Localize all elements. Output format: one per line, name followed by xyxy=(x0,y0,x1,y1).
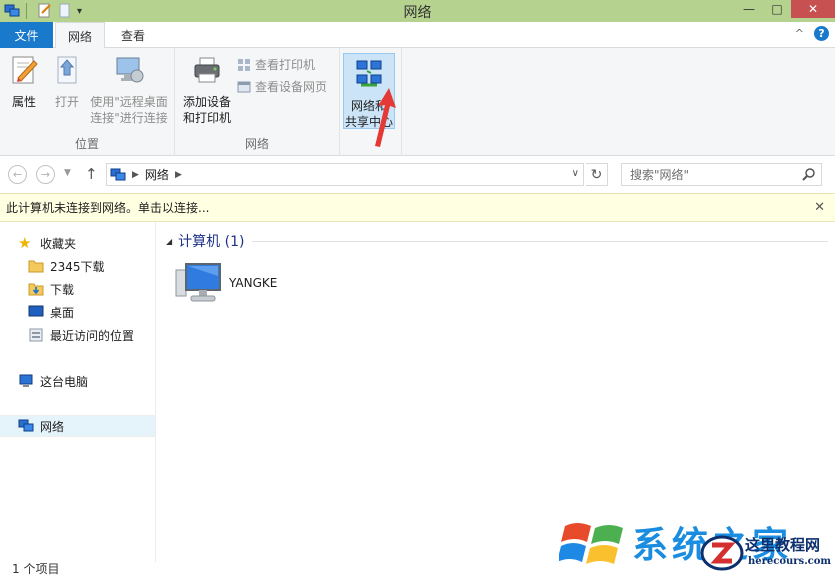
item-count: 1 个项目 xyxy=(12,562,60,575)
open-button[interactable]: 打开 xyxy=(52,54,82,110)
location-group-label: 位置 xyxy=(74,137,99,151)
info-bar-message[interactable]: 此计算机未连接到网络。单击以连接... xyxy=(6,199,209,216)
view-printers-label: 查看打印机 xyxy=(255,58,316,72)
properties-icon xyxy=(12,56,38,84)
nav-network-label: 网络 xyxy=(40,419,65,434)
ribbon-controls: ^ ? xyxy=(795,26,829,41)
view-device-webpage-label: 查看设备网页 xyxy=(255,80,328,94)
minimize-button[interactable]: — xyxy=(735,0,763,18)
network-group-label: 网络 xyxy=(244,137,269,151)
network-icon xyxy=(18,419,34,432)
view-device-webpage-button[interactable]: 查看设备网页 xyxy=(237,78,327,95)
info-bar-close-icon[interactable]: ✕ xyxy=(814,200,825,215)
window-title: 网络 xyxy=(403,5,432,21)
address-dropdown-icon[interactable]: ∨ xyxy=(572,168,579,179)
watermark-site-title: 这里教程网 xyxy=(745,536,821,554)
computer-group-header[interactable]: ◢ 计算机 (1) xyxy=(166,232,828,250)
nav-this-pc-label: 这台电脑 xyxy=(40,374,89,389)
network-group: 添加设备 和打印机 查看打印机 查看设备网页 网络 xyxy=(175,48,340,156)
nav-this-pc[interactable]: 这台电脑 xyxy=(0,370,155,392)
webpage-icon xyxy=(237,81,251,92)
nav-item-label: 桌面 xyxy=(50,305,75,320)
title-bar: ▾ 网络 — □ ✕ xyxy=(0,0,835,22)
nav-item-label: 最近访问的位置 xyxy=(50,328,135,343)
computer-item-yangke[interactable]: YANGKE xyxy=(174,262,277,304)
view-printers-button[interactable]: 查看打印机 xyxy=(237,56,315,73)
remote-desktop-label-line1: 使用"远程桌面 xyxy=(90,95,168,109)
network-info-bar[interactable]: 此计算机未连接到网络。单击以连接... ✕ xyxy=(0,193,835,222)
collapse-triangle-icon[interactable]: ◢ xyxy=(166,237,172,246)
address-box[interactable]: ▶ 网络 ▶ ∨ xyxy=(106,163,584,186)
remote-desktop-button[interactable]: 使用"远程桌面 连接"进行连接 xyxy=(88,54,170,126)
search-input[interactable]: 搜索"网络" xyxy=(621,163,822,186)
close-button[interactable]: ✕ xyxy=(791,0,835,18)
back-button[interactable]: ← xyxy=(8,165,27,184)
printer-icon xyxy=(194,57,220,83)
nav-favorites[interactable]: ★ 收藏夹 xyxy=(0,232,155,254)
properties-button[interactable]: 属性 xyxy=(8,54,40,110)
collapse-ribbon-icon[interactable]: ^ xyxy=(795,27,804,40)
nav-network[interactable]: 网络 xyxy=(0,415,155,437)
navigation-pane: ★ 收藏夹 2345下载 下载 桌面 最近访问的位置 这台电脑 网络 xyxy=(0,222,156,562)
remote-desktop-icon xyxy=(116,57,144,83)
up-arrow-icon[interactable]: ↑ xyxy=(85,165,98,183)
watermark-site-url: herecours.com xyxy=(748,556,832,567)
maximize-button[interactable]: □ xyxy=(763,0,791,18)
ribbon: 属性 打开 使用"远程桌面 连接"进行连接 位置 添加设备 和打印机 查看打印机… xyxy=(0,48,835,156)
site-logo-icon xyxy=(700,535,744,571)
refresh-button[interactable]: ↻ xyxy=(586,163,608,186)
folder-icon xyxy=(28,260,44,273)
tab-view[interactable]: 查看 xyxy=(106,22,160,49)
search-icon[interactable] xyxy=(802,168,815,181)
tab-file[interactable]: 文件 xyxy=(0,22,53,48)
group-header-label: 计算机 (1) xyxy=(178,234,245,250)
annotation-arrow-icon xyxy=(375,88,396,147)
properties-label: 属性 xyxy=(11,95,36,109)
breadcrumb-chevron-icon[interactable]: ▶ xyxy=(132,170,139,180)
nav-item-recent-places[interactable]: 最近访问的位置 xyxy=(0,324,155,346)
group-header-divider xyxy=(252,240,828,242)
computer-item-label: YANGKE xyxy=(229,276,278,290)
help-icon[interactable]: ? xyxy=(814,26,829,41)
ribbon-tabs: 文件 网络 查看 ^ ? xyxy=(0,22,835,49)
recent-locations-chevron-icon[interactable]: ▼ xyxy=(64,168,71,178)
add-device-label-line1: 添加设备 xyxy=(182,95,231,109)
recent-places-icon xyxy=(29,328,43,342)
nav-item-2345-download[interactable]: 2345下载 xyxy=(0,255,155,277)
add-device-label-line2: 和打印机 xyxy=(182,111,231,125)
open-icon xyxy=(57,56,77,84)
search-placeholder: 搜索"网络" xyxy=(630,168,690,182)
breadcrumb-chevron-icon[interactable]: ▶ xyxy=(175,170,182,180)
windows-flag-icon xyxy=(559,523,623,564)
nav-item-label: 2345下载 xyxy=(50,259,105,274)
open-label: 打开 xyxy=(54,95,79,109)
computer-icon xyxy=(19,374,33,387)
breadcrumb-network[interactable]: 网络 xyxy=(145,166,169,183)
location-group: 属性 打开 使用"远程桌面 连接"进行连接 位置 xyxy=(0,48,175,156)
network-location-icon xyxy=(110,168,126,180)
download-folder-icon xyxy=(28,283,44,296)
add-device-button[interactable]: 添加设备 和打印机 xyxy=(181,54,233,126)
forward-button[interactable]: → xyxy=(36,165,55,184)
nav-item-desktop[interactable]: 桌面 xyxy=(0,301,155,323)
nav-favorites-label: 收藏夹 xyxy=(40,236,77,251)
nav-item-label: 下载 xyxy=(50,282,75,297)
view-printers-icon xyxy=(238,58,250,71)
tab-network[interactable]: 网络 xyxy=(55,22,105,49)
star-icon: ★ xyxy=(18,234,32,252)
remote-desktop-label-line2: 连接"进行连接 xyxy=(90,111,168,125)
computer-large-icon xyxy=(175,263,221,302)
nav-item-downloads[interactable]: 下载 xyxy=(0,278,155,300)
address-bar-row: ← → ▼ ↑ ▶ 网络 ▶ ∨ ↻ 搜索"网络" xyxy=(0,156,835,193)
desktop-icon xyxy=(28,305,44,317)
